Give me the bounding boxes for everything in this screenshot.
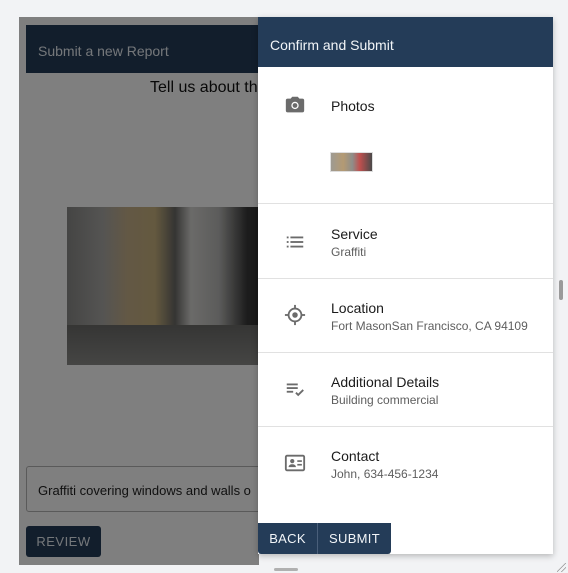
contact-label: Contact [331,448,380,464]
photos-label: Photos [331,98,375,114]
location-row: Location Fort MasonSan Francisco, CA 941… [258,279,553,353]
details-label: Additional Details [331,374,440,390]
service-row: Service Graffiti [258,204,553,279]
confirm-dialog: Confirm and Submit Photos Service Graffi… [258,17,553,554]
drag-handle[interactable] [274,568,298,571]
resize-grip-icon[interactable] [557,563,566,572]
location-label: Location [331,300,384,316]
photos-row: Photos [258,67,553,204]
location-value: Fort MasonSan Francisco, CA 94109 [331,319,528,333]
service-label: Service [331,226,378,242]
details-value: Building commercial [331,393,439,407]
submit-button[interactable]: SUBMIT [318,523,391,554]
scrollbar-thumb[interactable] [559,280,563,300]
contact-card-icon [284,454,306,472]
service-value: Graffiti [331,245,367,259]
details-row: Additional Details Building commercial [258,353,553,427]
back-button[interactable]: BACK [258,523,318,554]
contact-row: Contact John, 634-456-1234 [258,427,553,507]
crosshair-icon [284,304,306,326]
contact-value: John, 634-456-1234 [331,467,439,481]
dialog-actions: BACK SUBMIT [258,523,391,554]
modal-backdrop[interactable] [19,17,259,565]
photo-thumbnail[interactable] [330,152,373,172]
list-icon [286,236,304,248]
dialog-header: Confirm and Submit [258,17,553,67]
dialog-title: Confirm and Submit [270,37,394,53]
camera-icon [285,96,305,113]
checklist-icon [286,383,304,397]
